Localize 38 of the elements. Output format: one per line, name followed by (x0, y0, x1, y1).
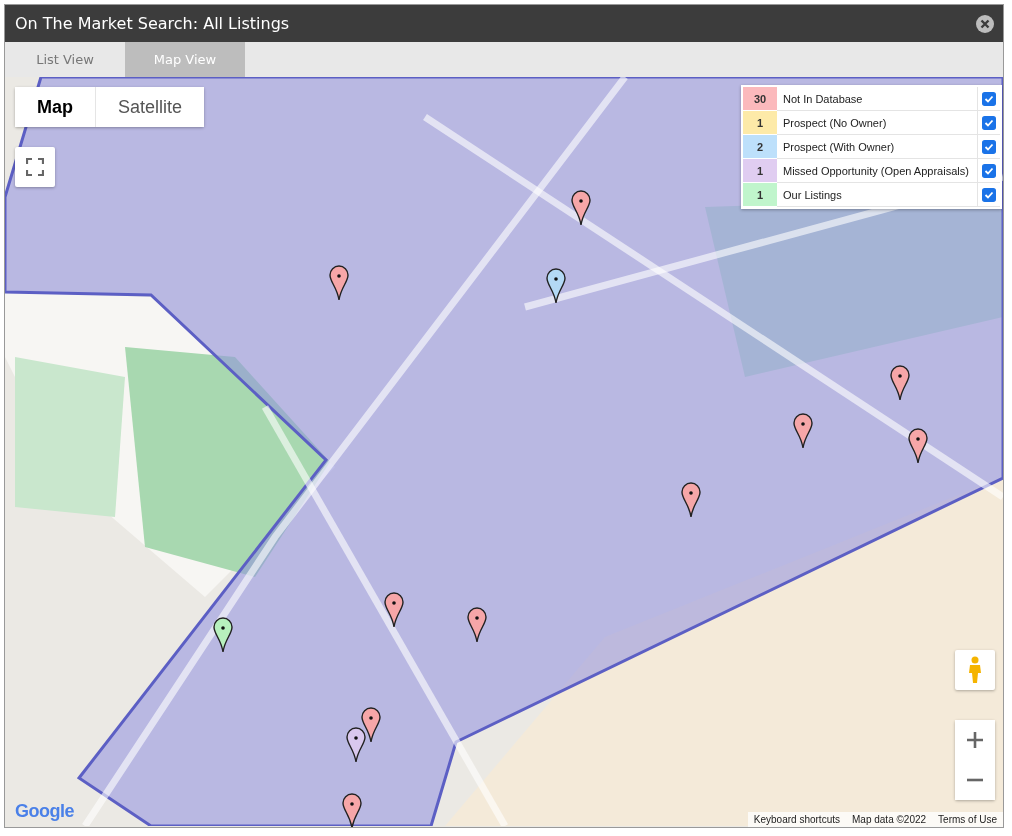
legend-count: 1 (743, 159, 777, 183)
fullscreen-icon[interactable] (15, 147, 55, 187)
map-type-button[interactable]: Map (15, 87, 95, 127)
map-footer-link[interactable]: Terms of Use (938, 814, 997, 825)
map-pin-icon[interactable] (793, 413, 813, 449)
legend-checkbox[interactable] (981, 187, 996, 202)
legend-checkbox[interactable] (981, 91, 996, 106)
legend-label: Prospect (With Owner) (777, 135, 978, 159)
legend-label: Our Listings (777, 183, 978, 207)
legend-count: 30 (743, 87, 777, 111)
map-pin-icon[interactable] (361, 707, 381, 743)
legend-label: Missed Opportunity (Open Appraisals) (777, 159, 978, 183)
map-pin-icon[interactable] (346, 727, 366, 763)
legend-label: Prospect (No Owner) (777, 111, 978, 135)
map-pin-icon[interactable] (546, 268, 566, 304)
map-pin-icon[interactable] (329, 265, 349, 301)
map-pin-icon[interactable] (384, 592, 404, 628)
map-pin-icon[interactable] (681, 482, 701, 518)
legend-checkbox[interactable] (981, 115, 996, 130)
legend-count: 2 (743, 135, 777, 159)
map-footer-link[interactable]: Map data ©2022 (852, 814, 927, 825)
map-pin-icon[interactable] (908, 428, 928, 464)
map-pin-icon[interactable] (467, 607, 487, 643)
legend-label: Not In Database (777, 87, 978, 111)
zoom-in-icon[interactable] (955, 720, 995, 760)
legend-count: 1 (743, 111, 777, 135)
legend-count: 1 (743, 183, 777, 207)
map-pin-icon[interactable] (571, 190, 591, 226)
map-footer-link[interactable]: Keyboard shortcuts (753, 814, 840, 825)
legend-checkbox[interactable] (981, 139, 996, 154)
map-logo: Google (15, 801, 74, 822)
map-pin-icon[interactable] (890, 365, 910, 401)
close-icon[interactable] (975, 13, 995, 34)
map-pin-icon[interactable] (213, 617, 233, 653)
map-pin-icon[interactable] (342, 793, 362, 827)
window-title: On The Market Search: All Listings (15, 14, 290, 33)
map-type-button[interactable]: Satellite (95, 87, 205, 127)
legend-checkbox[interactable] (981, 163, 996, 178)
